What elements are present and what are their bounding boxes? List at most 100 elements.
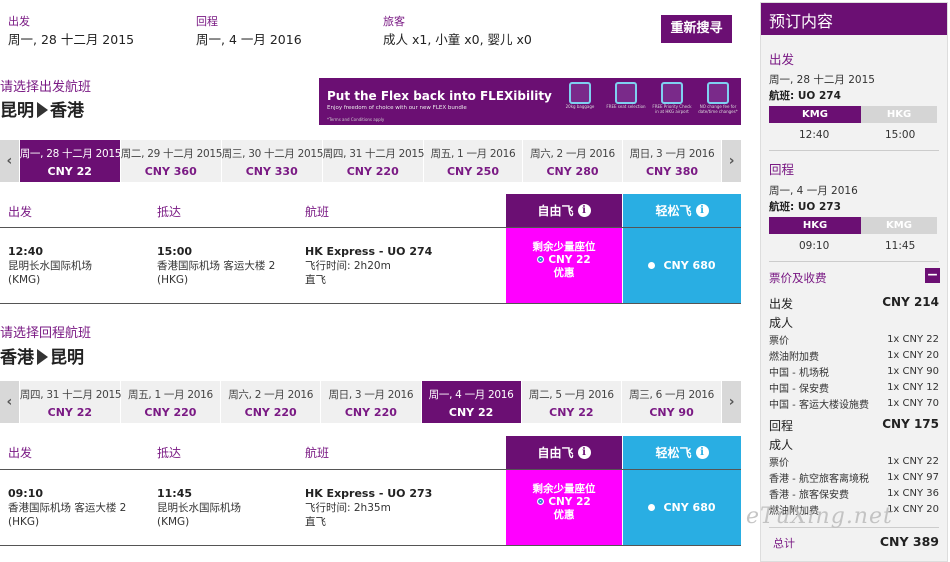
outbound-easy-fare[interactable]: CNY 680 [623, 228, 741, 303]
fees-title: 票价及收费 [769, 271, 827, 285]
flex-promo-banner[interactable]: Put the Flex back into FLEXibility Enjoy… [319, 78, 741, 125]
inbound-date-option[interactable]: 周三, 6 一月 2016 CNY 90 [621, 381, 722, 423]
inbound-date-option[interactable]: 周一, 4 一月 2016 CNY 22 [421, 381, 521, 423]
fee-amount: 1x CNY 20 [887, 503, 939, 515]
re-search-button[interactable]: 重新搜寻 [661, 15, 732, 43]
inbound-flex-header[interactable]: 自由飞 i [506, 436, 622, 469]
fee-row: 票价 1x CNY 22 [769, 331, 939, 347]
info-icon[interactable]: i [577, 446, 591, 459]
fee-amount: 1x CNY 36 [887, 487, 939, 499]
outbound-date-option[interactable]: 周四, 31 十二月 2015 CNY 220 [322, 140, 425, 182]
outbound-date-option[interactable]: 周五, 1 一月 2016 CNY 250 [423, 140, 523, 182]
inbound-easy-fare[interactable]: CNY 680 [623, 470, 741, 545]
fee-name: 燃油附加费 [769, 351, 819, 363]
outbound-flex-fare[interactable]: 剩余少量座位 CNY 22 优惠 [506, 228, 622, 303]
date-label: 周日, 3 一月 2016 [629, 148, 715, 160]
collapse-icon[interactable]: − [925, 268, 940, 283]
outbound-duration: 飞行时间: 2h20m [305, 260, 391, 272]
outbound-date-option[interactable]: 周六, 2 一月 2016 CNY 280 [523, 140, 622, 182]
outbound-date-option[interactable]: 周三, 30 十二月 2015 CNY 330 [221, 140, 324, 182]
summary-depart-to: HKG [861, 106, 937, 123]
outbound-easy-header[interactable]: 轻松飞 i [623, 194, 741, 227]
info-icon[interactable]: i [695, 446, 709, 459]
date-label: 周四, 31 十二月 2015 [322, 148, 425, 160]
inbound-date-option[interactable]: 周六, 2 一月 2016 CNY 220 [221, 381, 321, 423]
banner-icons: 20kg baggage FREE seat selection FREE Prio… [557, 80, 741, 125]
date-price: CNY 22 [47, 165, 92, 178]
info-icon[interactable]: i [695, 204, 709, 217]
inbound-from: 香港 [0, 348, 34, 368]
banner-title: Put the Flex back into FLEXibility [327, 89, 552, 103]
date-label: 周三, 30 十二月 2015 [221, 148, 324, 160]
outbound-prompt: 请选择出发航班 [0, 80, 92, 95]
date-price: CNY 90 [649, 406, 694, 419]
outbound-dep-airport: 昆明长水国际机场 [8, 260, 92, 272]
total-value: CNY 389 [879, 534, 939, 549]
info-icon[interactable]: i [577, 204, 591, 217]
date-label: 周六, 2 一月 2016 [228, 389, 314, 401]
inbound-next-dates-chevron-right-icon[interactable]: › [722, 381, 741, 423]
date-price: CNY 220 [144, 406, 197, 419]
outbound-flight-number: HK Express - UO 274 [305, 245, 433, 258]
watermark: eTuXing.net [746, 504, 893, 529]
inbound-date-option[interactable]: 周四, 31 十二月 2015 CNY 22 [19, 381, 122, 423]
radio-icon[interactable] [648, 262, 656, 269]
fee-name: 中国 - 机场税 [769, 367, 829, 379]
date-price: CNY 280 [546, 165, 599, 178]
fee-amount: 1x CNY 22 [887, 455, 939, 467]
outbound-arr-code: (HKG) [157, 274, 189, 286]
pax-value: 成人 x1, 小童 x0, 婴儿 x0 [383, 32, 532, 47]
inbound-date-option[interactable]: 周日, 3 一月 2016 CNY 220 [321, 381, 421, 423]
inbound-date-option[interactable]: 周二, 5 一月 2016 CNY 22 [521, 381, 621, 423]
outbound-flex-price: CNY 22 [548, 254, 591, 266]
checkin-icon [661, 82, 683, 104]
date-price: CNY 330 [245, 165, 298, 178]
outbound-flex-header[interactable]: 自由飞 i [506, 194, 622, 227]
radio-icon[interactable] [648, 504, 656, 511]
baggage-icon [569, 82, 591, 104]
inbound-date-strip: ‹ 周四, 31 十二月 2015 CNY 22 周五, 1 一月 2016 CNY 2… [0, 381, 741, 423]
divider [0, 303, 741, 304]
booking-summary-panel: 预订内容 出发 周一, 28 十二月 2015 航班: UO 274 KMG H… [760, 2, 948, 562]
inbound-header-arrive: 抵达 [157, 446, 182, 460]
easy-header-label: 轻松飞 [655, 446, 692, 460]
inbound-date-option[interactable]: 周五, 1 一月 2016 CNY 220 [120, 381, 221, 423]
radio-selected-icon[interactable] [537, 498, 545, 505]
date-price: CNY 380 [645, 165, 699, 178]
depart-label: 出发 [8, 15, 30, 28]
summary-return-flight: 航班: UO 273 [769, 201, 841, 213]
easy-header-label: 轻松飞 [655, 204, 692, 218]
outbound-arr-time: 15:00 [157, 245, 193, 258]
inbound-easy-price: CNY 680 [663, 501, 716, 514]
summary-return-to: KMG [861, 217, 937, 234]
summary-depart-flight: 航班: UO 274 [769, 90, 841, 102]
fees-return-adult: 成人 [769, 438, 794, 452]
inbound-flex-price: CNY 22 [548, 496, 591, 508]
outbound-date-option[interactable]: 周日, 3 一月 2016 CNY 380 [622, 140, 722, 182]
inbound-flex-fare[interactable]: 剩余少量座位 CNY 22 优惠 [506, 470, 622, 545]
fee-name: 票价 [769, 335, 789, 347]
fee-name: 中国 - 保安费 [769, 383, 829, 395]
date-label: 周二, 29 十二月 2015 [120, 148, 223, 160]
outbound-from: 昆明 [0, 101, 34, 121]
radio-selected-icon[interactable] [537, 256, 545, 263]
outbound-date-option[interactable]: 周二, 29 十二月 2015 CNY 360 [120, 140, 223, 182]
outbound-date-option[interactable]: 周一, 28 十二月 2015 CNY 22 [19, 140, 121, 182]
inbound-easy-header[interactable]: 轻松飞 i [623, 436, 741, 469]
date-label: 周一, 4 一月 2016 [428, 389, 514, 401]
outbound-header-depart: 出发 [8, 205, 33, 219]
date-label: 周四, 31 十二月 2015 [19, 389, 122, 401]
date-price: CNY 220 [346, 165, 399, 178]
outbound-next-dates-chevron-right-icon[interactable]: › [722, 140, 741, 182]
summary-depart-to-time: 15:00 [885, 129, 916, 141]
inbound-duration: 飞行时间: 2h35m [305, 502, 391, 514]
outbound-header-arrive: 抵达 [157, 205, 182, 219]
inbound-arr-code: (KMG) [157, 516, 190, 528]
inbound-prev-dates-chevron-left-icon[interactable]: ‹ [0, 381, 19, 423]
refund-icon [707, 82, 729, 104]
date-label: 周三, 6 一月 2016 [629, 389, 714, 401]
outbound-prev-dates-chevron-left-icon[interactable]: ‹ [0, 140, 19, 182]
fee-row: 中国 - 保安费 1x CNY 12 [769, 379, 939, 395]
summary-return-from: HKG [769, 217, 861, 234]
fee-row: 票价 1x CNY 22 [769, 453, 939, 469]
